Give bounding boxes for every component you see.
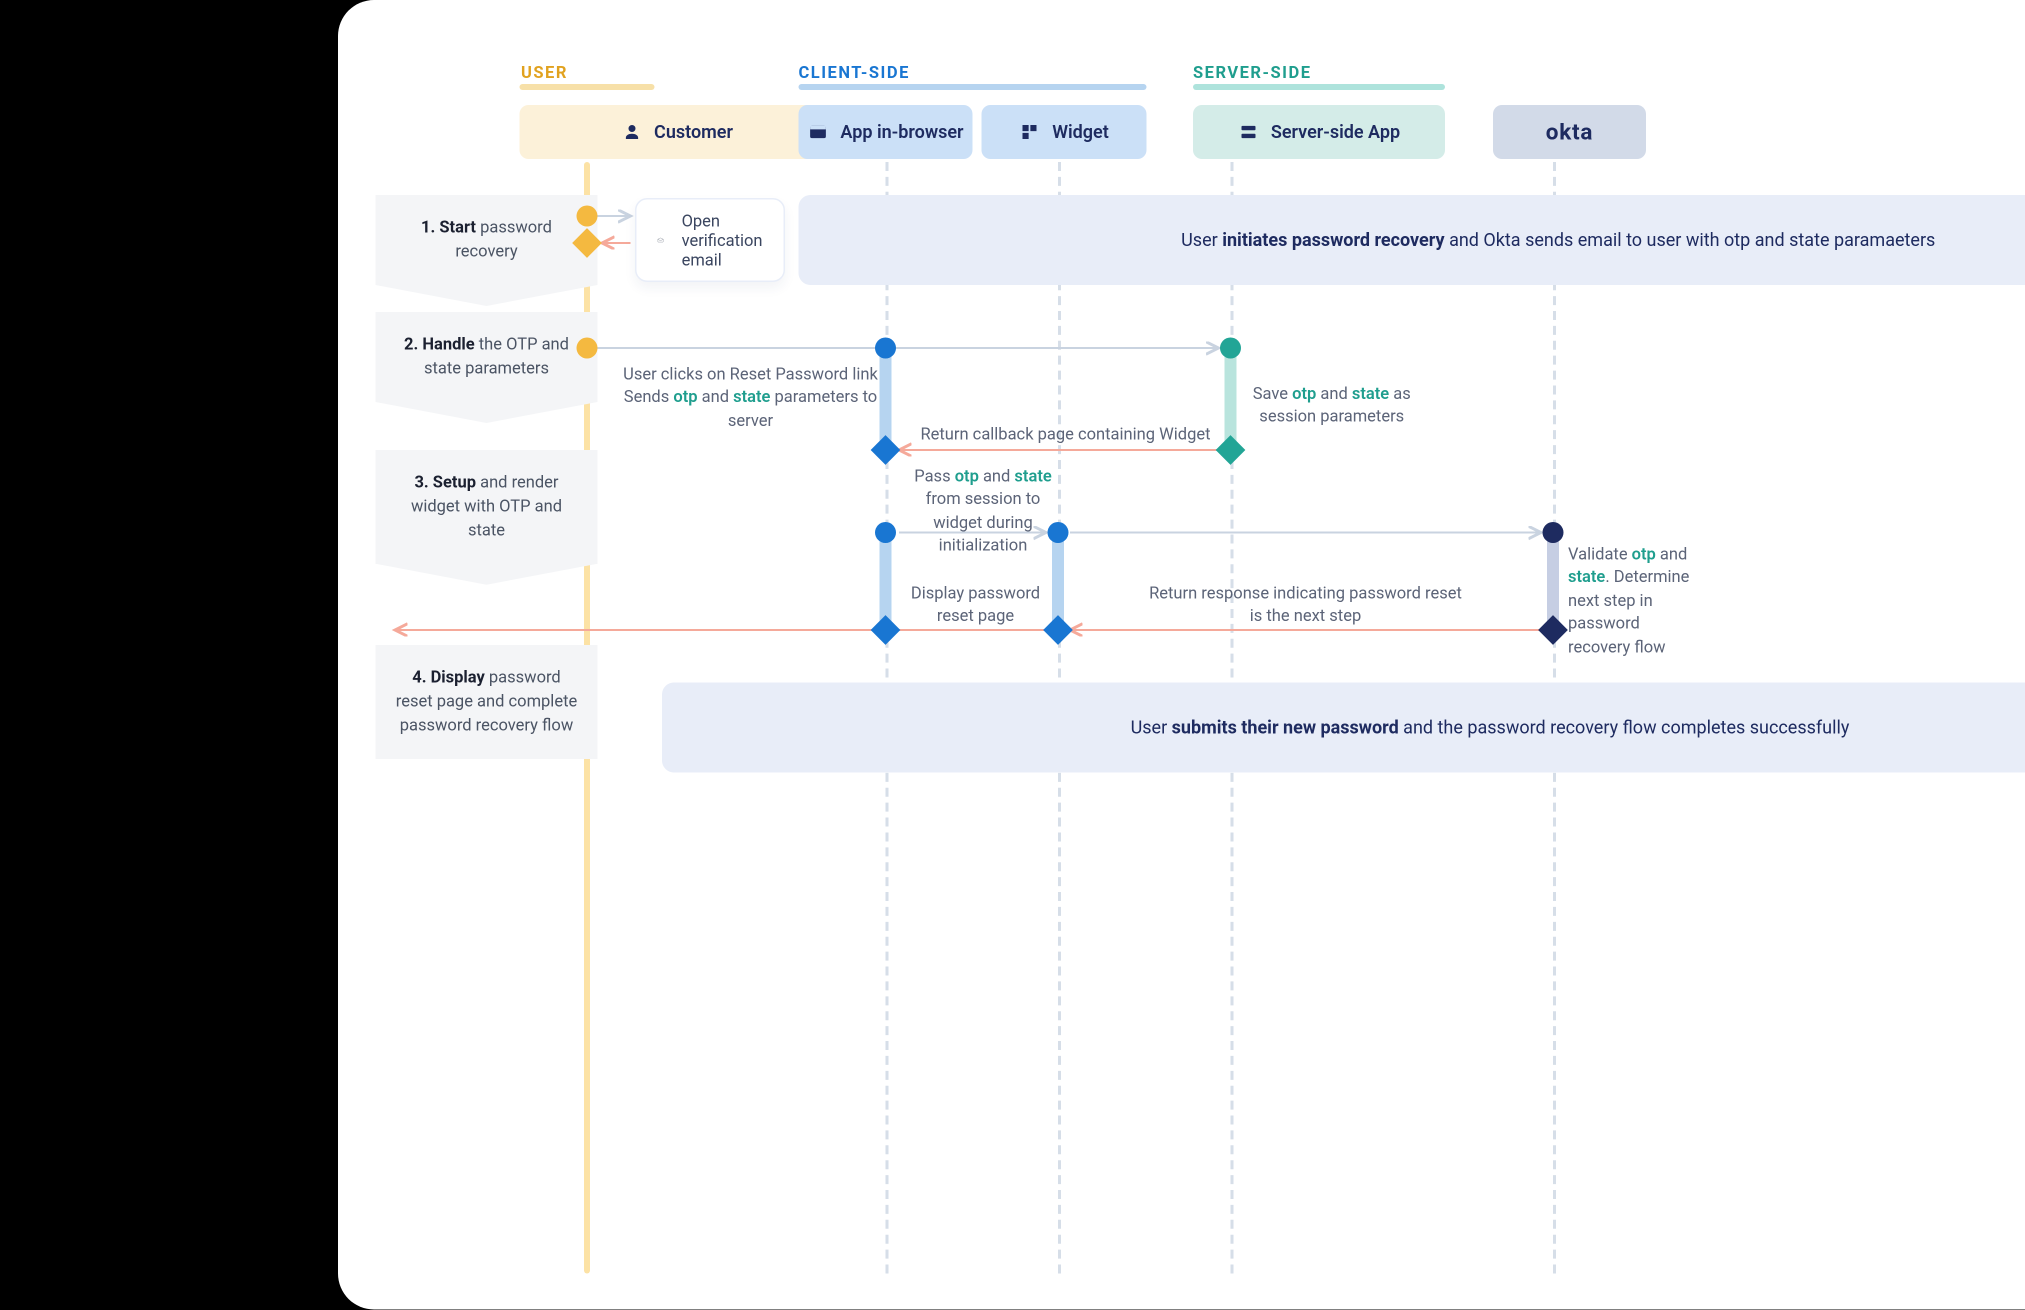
- node-server-start-1: [1220, 338, 1241, 359]
- actor-customer: Customer: [519, 105, 834, 159]
- node-customer-start-2: [576, 338, 597, 359]
- node-server-end-1: [1215, 435, 1245, 465]
- actor-app: App in-browser: [798, 105, 972, 159]
- lane-underline-server: [1193, 84, 1445, 90]
- node-app-end-1: [870, 435, 900, 465]
- actor-app-label: App in-browser: [840, 122, 963, 143]
- lane-underline-client: [798, 84, 1146, 90]
- node-okta-end-1: [1538, 615, 1568, 645]
- note-display-reset: Display password reset page: [900, 582, 1050, 628]
- mail-icon: [657, 224, 663, 257]
- note-validate: Validate otp and state. Determine next s…: [1568, 543, 1703, 658]
- note-pass-init: Pass otp and state from session to widge…: [900, 465, 1065, 557]
- note-open-email-text: Open verification email: [681, 211, 762, 270]
- lane-label-server: SERVER-SIDE: [1193, 63, 1312, 83]
- note-return-callback: Return callback page containing Widget: [915, 423, 1215, 446]
- okta-logo: okta: [1545, 119, 1592, 146]
- browser-icon: [807, 122, 828, 143]
- person-icon: [621, 122, 642, 143]
- note-save-session: Save otp and state as session parameters: [1245, 383, 1418, 429]
- lane-label-client: CLIENT-SIDE: [798, 63, 909, 83]
- lane-underline-user: [519, 84, 654, 90]
- actor-okta: okta: [1493, 105, 1646, 159]
- actor-server-label: Server-side App: [1270, 122, 1399, 143]
- node-app-end-2: [870, 615, 900, 645]
- step-tile-1: 1. Start password recovery: [375, 195, 597, 285]
- step-tile-2: 2. Handle the OTP and state parameters: [375, 312, 597, 402]
- step-tile-3: 3. Setup and render widget with OTP and …: [375, 450, 597, 564]
- node-app-start-2: [875, 522, 896, 543]
- node-okta-start-1: [1542, 522, 1563, 543]
- widget-icon: [1019, 122, 1040, 143]
- note-return-response: Return response indicating password rese…: [1148, 582, 1463, 628]
- step-tile-4: 4. Display password reset page and compl…: [375, 645, 597, 759]
- note-click-reset: User clicks on Reset Password link Sends…: [615, 363, 885, 432]
- banner-submit: User submits their new password and the …: [662, 683, 2025, 773]
- server-icon: [1237, 122, 1258, 143]
- banner-submit-text: User submits their new password and the …: [1130, 717, 1849, 738]
- node-app-start-1: [875, 338, 896, 359]
- actor-widget: Widget: [981, 105, 1146, 159]
- lane-label-user: USER: [521, 63, 568, 83]
- node-customer-start-1: [576, 206, 597, 227]
- banner-initiate-text: User initiates password recovery and Okt…: [1181, 230, 1935, 251]
- actor-customer-label: Customer: [654, 122, 733, 143]
- note-open-email: Open verification email: [635, 198, 785, 282]
- actor-server: Server-side App: [1193, 105, 1445, 159]
- banner-initiate: User initiates password recovery and Okt…: [798, 195, 2025, 285]
- actor-widget-label: Widget: [1052, 122, 1109, 143]
